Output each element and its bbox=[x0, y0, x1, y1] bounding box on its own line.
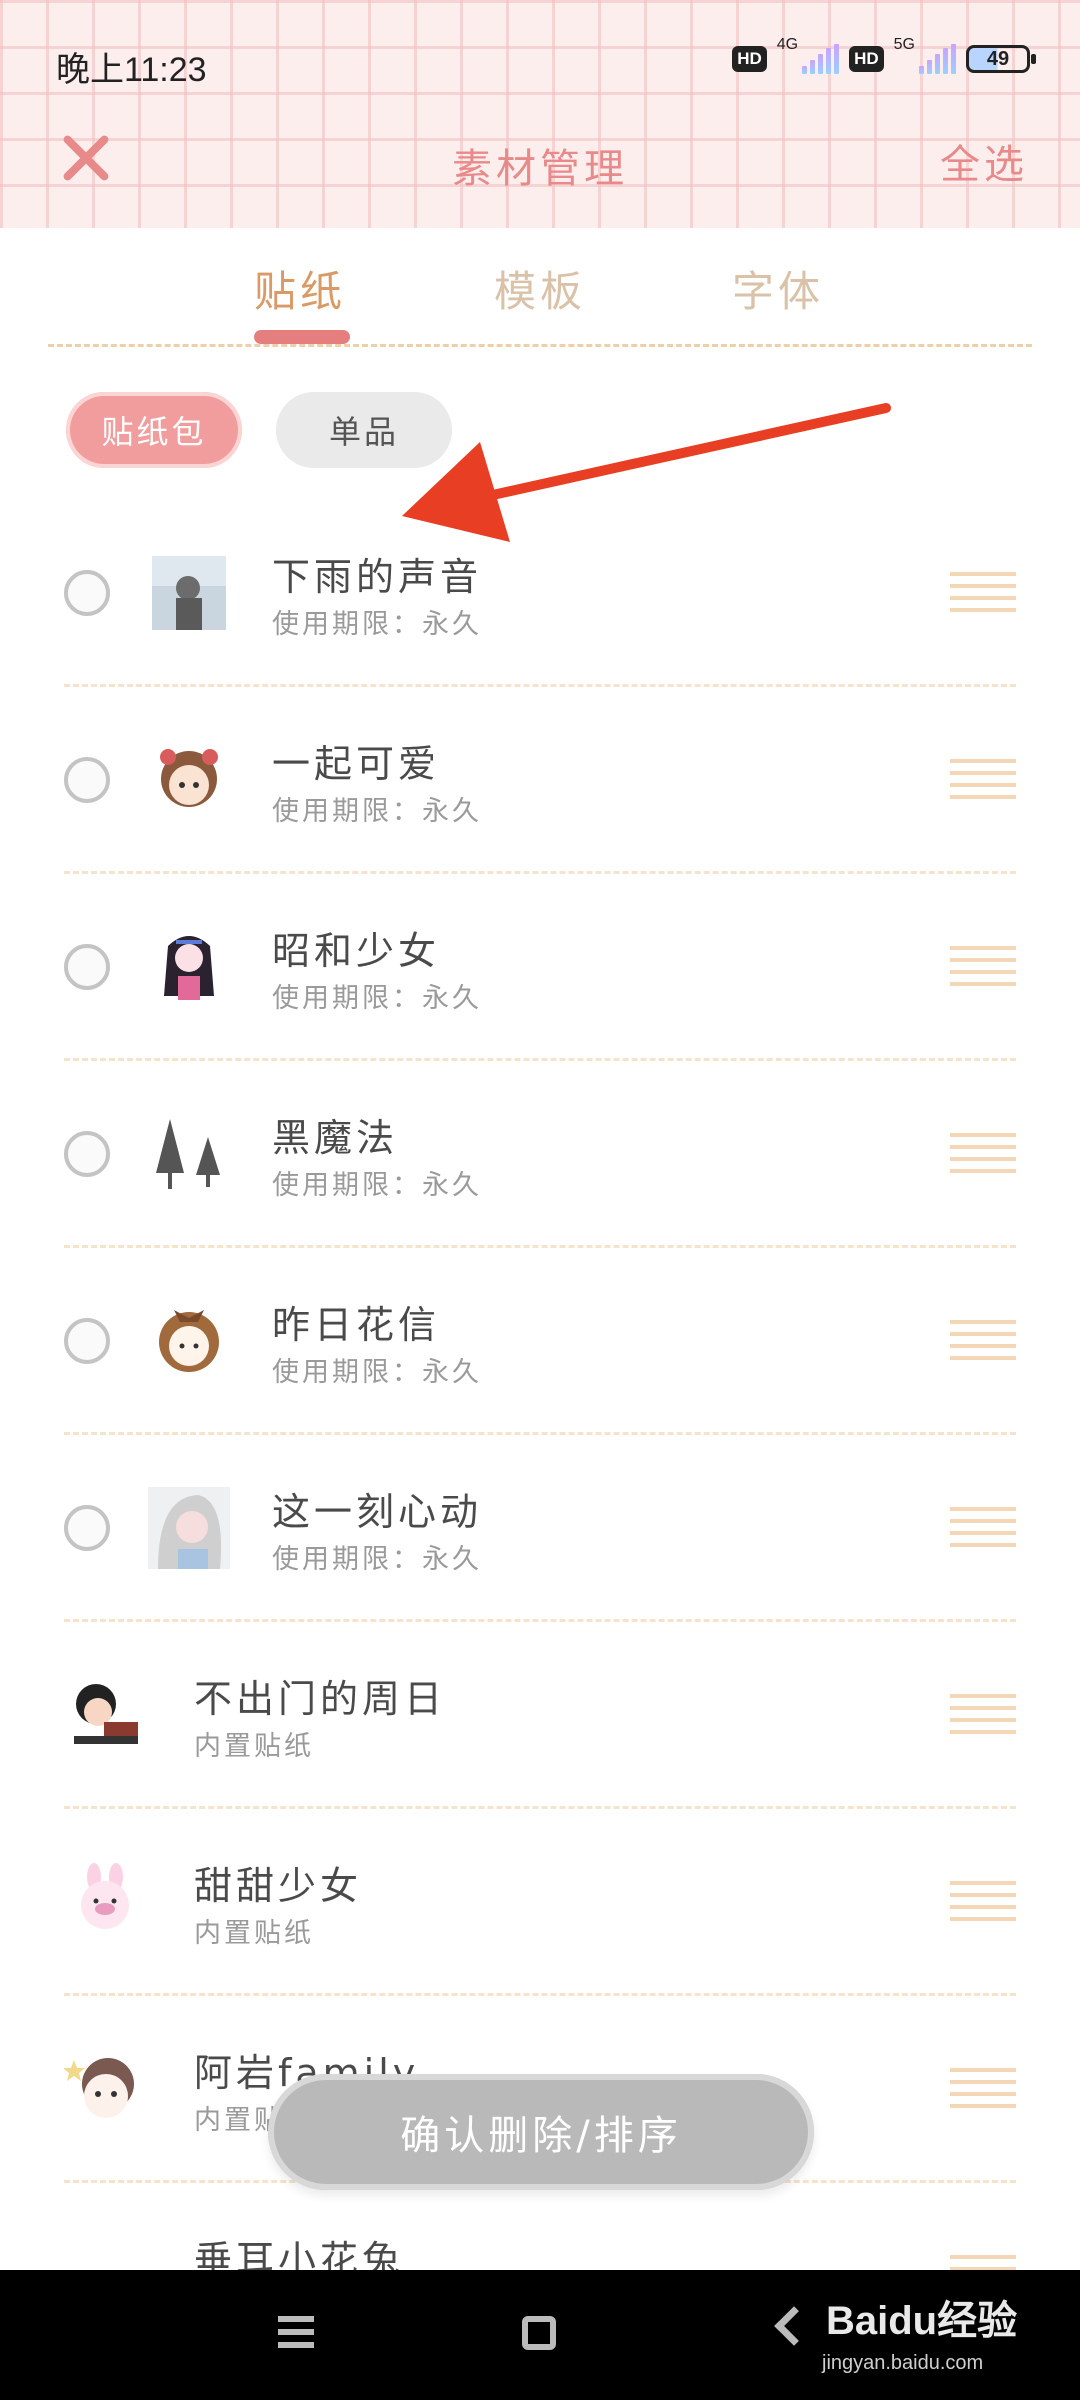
status-bar: 晚上11:23 HD 4G HD 5G 49 bbox=[0, 0, 1080, 124]
item-title: 甜甜少女 bbox=[194, 1864, 363, 1908]
item-subtitle: 使用期限：永久 bbox=[272, 796, 482, 827]
filter-sticker-pack[interactable]: 贴纸包 bbox=[66, 392, 242, 468]
drag-handle-icon[interactable] bbox=[950, 572, 1016, 614]
item-subtitle: 内置贴纸 bbox=[194, 1918, 314, 1949]
drag-handle-icon[interactable] bbox=[950, 1881, 1016, 1923]
tab-templates[interactable]: 模板 bbox=[494, 258, 586, 319]
item-title: 这一刻心动 bbox=[272, 1490, 483, 1534]
sticker-thumbnail bbox=[64, 2058, 134, 2118]
sticker-thumbnail bbox=[148, 1487, 230, 1569]
select-radio[interactable] bbox=[64, 570, 110, 616]
tab-bar: 贴纸 模板 字体 bbox=[0, 228, 1080, 348]
sticker-thumbnail bbox=[160, 749, 218, 807]
back-icon[interactable] bbox=[774, 2306, 814, 2346]
drag-handle-icon[interactable] bbox=[950, 1320, 1016, 1362]
tab-stickers[interactable]: 贴纸 bbox=[254, 258, 346, 319]
item-title: 黑魔法 bbox=[272, 1116, 399, 1160]
drag-handle-icon[interactable] bbox=[950, 1133, 1016, 1175]
home-icon[interactable] bbox=[522, 2316, 556, 2350]
item-title: 昭和少女 bbox=[272, 929, 441, 973]
list-item[interactable]: 黑魔法 使用期限：永久 bbox=[0, 1061, 1080, 1248]
sticker-thumbnail bbox=[156, 1119, 220, 1189]
drag-handle-icon[interactable] bbox=[950, 759, 1016, 801]
list-item[interactable]: 一起可爱 使用期限：永久 bbox=[0, 687, 1080, 874]
item-title: 昨日花信 bbox=[272, 1303, 441, 1347]
network-type-label: 4G bbox=[776, 36, 799, 53]
status-time: 晚上11:23 bbox=[56, 51, 207, 89]
sticker-thumbnail bbox=[164, 936, 214, 1000]
drag-handle-icon[interactable] bbox=[950, 1507, 1016, 1549]
item-subtitle: 内置贴纸 bbox=[194, 1731, 314, 1762]
item-title: 不出门的周日 bbox=[194, 1677, 447, 1721]
select-radio[interactable] bbox=[64, 757, 110, 803]
status-indicators: HD 4G HD 5G 49 bbox=[732, 36, 1036, 74]
confirm-delete-sort-button[interactable]: 确认删除/排序 bbox=[268, 2074, 814, 2190]
sticker-thumbnail bbox=[159, 1310, 219, 1372]
list-item[interactable]: 甜甜少女 内置贴纸 bbox=[0, 1809, 1080, 1996]
drag-handle-icon[interactable] bbox=[950, 1694, 1016, 1736]
menu-icon[interactable] bbox=[278, 2316, 314, 2348]
list-item[interactable]: 这一刻心动 使用期限：永久 bbox=[0, 1435, 1080, 1622]
select-radio[interactable] bbox=[64, 944, 110, 990]
item-subtitle: 使用期限：永久 bbox=[272, 1170, 482, 1201]
active-tab-indicator bbox=[254, 330, 350, 344]
sticker-thumbnail bbox=[81, 1863, 129, 1929]
item-subtitle: 使用期限：永久 bbox=[272, 609, 482, 640]
item-subtitle: 使用期限：永久 bbox=[272, 983, 482, 1014]
item-title: 一起可爱 bbox=[272, 742, 441, 786]
sticker-thumbnail bbox=[74, 1684, 138, 1744]
sticker-thumbnail bbox=[152, 556, 226, 630]
list-item[interactable]: 不出门的周日 内置贴纸 bbox=[0, 1622, 1080, 1809]
list-item[interactable]: 昨日花信 使用期限：永久 bbox=[0, 1248, 1080, 1435]
annotation-arrow-icon bbox=[402, 403, 891, 542]
drag-handle-icon[interactable] bbox=[950, 946, 1016, 988]
tab-fonts[interactable]: 字体 bbox=[732, 258, 824, 319]
watermark-url: jingyan.baidu.com bbox=[822, 2352, 984, 2374]
watermark-logo: Baidu经验 bbox=[826, 2299, 1018, 2343]
divider bbox=[48, 344, 1032, 347]
page-title: 素材管理 bbox=[452, 146, 628, 192]
hd-badge: HD bbox=[849, 46, 884, 72]
item-subtitle: 使用期限：永久 bbox=[272, 1357, 482, 1388]
list-item[interactable]: 昭和少女 使用期限：永久 bbox=[0, 874, 1080, 1061]
signal-icon bbox=[919, 44, 956, 74]
signal-icon bbox=[802, 44, 840, 74]
select-all-button[interactable]: 全选 bbox=[940, 132, 1028, 190]
select-radio[interactable] bbox=[64, 1318, 110, 1364]
hd-badge: HD bbox=[732, 46, 767, 72]
item-subtitle: 使用期限：永久 bbox=[272, 1544, 482, 1575]
battery-icon: 49 bbox=[966, 45, 1036, 73]
drag-handle-icon[interactable] bbox=[950, 2068, 1016, 2110]
network-type-label: 5G bbox=[893, 36, 915, 53]
select-radio[interactable] bbox=[64, 1131, 110, 1177]
select-radio[interactable] bbox=[64, 1505, 110, 1551]
